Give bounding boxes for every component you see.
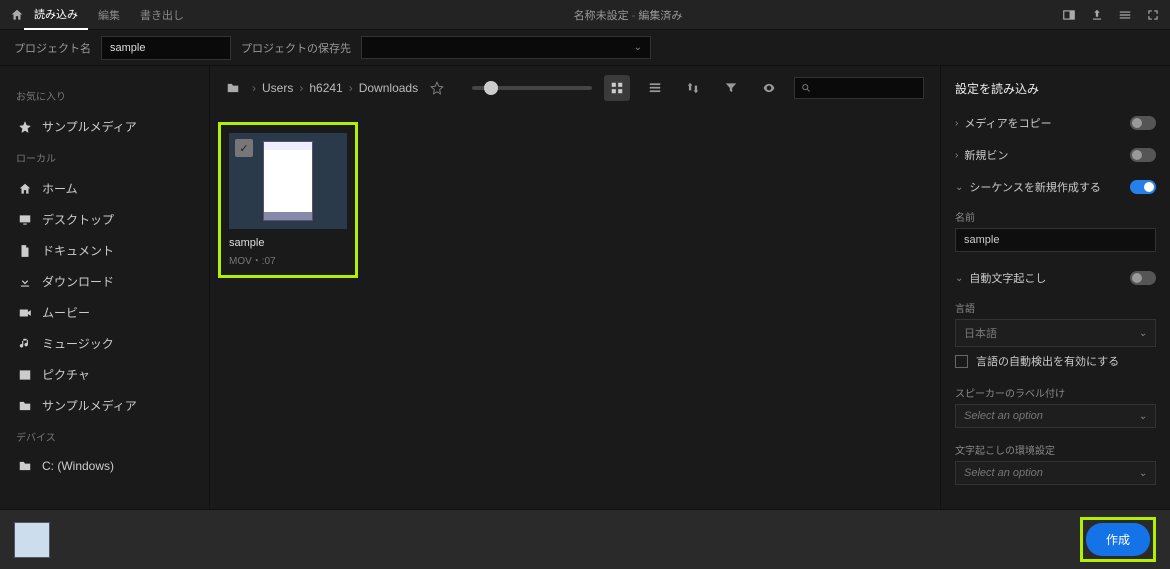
setting-create-sequence[interactable]: シーケンスを新規作成する	[969, 179, 1100, 195]
local-title: ローカル	[16, 150, 193, 165]
window-title: 名称未設定 - 編集済み	[194, 7, 1062, 23]
toggle-auto-transcribe[interactable]	[1130, 271, 1156, 285]
favorites-title: お気に入り	[16, 88, 193, 103]
sort-button[interactable]	[680, 75, 706, 101]
music-icon	[18, 337, 32, 351]
chevron-down-icon: ⌄	[955, 273, 963, 284]
project-save-select[interactable]: ⌄	[361, 36, 651, 59]
chevron-down-icon: ⌄	[1139, 411, 1147, 422]
breadcrumb: › Users › h6241 › Downloads	[252, 81, 418, 95]
breadcrumb-segment[interactable]: h6241	[309, 81, 342, 95]
sidebar-item-label: ミュージック	[42, 335, 114, 352]
env-label: 文字起こしの環境設定	[955, 442, 1156, 457]
fullscreen-icon[interactable]	[1146, 8, 1160, 22]
env-select[interactable]: Select an option⌄	[955, 461, 1156, 485]
sidebar-item-music[interactable]: ミュージック	[16, 328, 193, 359]
create-button[interactable]: 作成	[1086, 523, 1150, 556]
tab-export[interactable]: 書き出し	[130, 1, 194, 29]
breadcrumb-segment[interactable]: Downloads	[359, 81, 418, 95]
search-input[interactable]	[794, 77, 924, 99]
sidebar: お気に入り サンプルメディア ローカル ホーム デスクトップ ドキュメント ダウ…	[0, 66, 210, 509]
file-name: sample	[229, 237, 347, 249]
file-thumbnail: ✓	[229, 133, 347, 229]
sidebar-item-movies[interactable]: ムービー	[16, 297, 193, 328]
home-icon	[18, 182, 32, 196]
chevron-right-icon: ›	[955, 150, 958, 161]
auto-detect-label: 言語の自動検出を有効にする	[976, 353, 1119, 369]
star-outline-icon[interactable]	[430, 81, 444, 95]
checkmark-icon: ✓	[235, 139, 253, 157]
sidebar-item-label: ホーム	[42, 180, 78, 197]
menu-icon[interactable]	[1118, 8, 1132, 22]
sidebar-item-label: サンプルメディア	[42, 118, 137, 135]
sidebar-item-sample-media[interactable]: サンプルメディア	[16, 390, 193, 421]
sidebar-item-label: ドキュメント	[42, 242, 114, 259]
list-view-button[interactable]	[642, 75, 668, 101]
chevron-down-icon: ⌄	[634, 42, 642, 53]
language-label: 言語	[955, 300, 1156, 315]
sidebar-item-sample-media-fav[interactable]: サンプルメディア	[16, 111, 193, 142]
chevron-down-icon: ⌄	[1139, 468, 1147, 479]
share-icon[interactable]	[1090, 8, 1104, 22]
file-grid: ✓ sample MOV・:07	[210, 110, 940, 509]
sidebar-item-label: ピクチャ	[42, 366, 90, 383]
sidebar-item-label: C: (Windows)	[42, 459, 114, 473]
project-save-label: プロジェクトの保存先	[241, 40, 351, 56]
setting-auto-transcribe[interactable]: 自動文字起こし	[969, 270, 1046, 286]
sequence-name-label: 名前	[955, 209, 1156, 224]
sidebar-item-documents[interactable]: ドキュメント	[16, 235, 193, 266]
document-icon	[18, 244, 32, 258]
star-icon	[18, 120, 32, 134]
chevron-down-icon: ⌄	[955, 182, 963, 193]
picture-icon	[18, 368, 32, 382]
sidebar-item-desktop[interactable]: デスクトップ	[16, 204, 193, 235]
sidebar-item-label: ダウンロード	[42, 273, 114, 290]
mini-thumbnail[interactable]	[14, 522, 50, 558]
setting-new-bin[interactable]: 新規ビン	[964, 147, 1008, 163]
sidebar-item-label: サンプルメディア	[42, 397, 137, 414]
bottom-bar: 作成	[0, 509, 1170, 569]
chevron-right-icon: ›	[955, 118, 958, 129]
zoom-slider[interactable]	[472, 86, 592, 90]
sidebar-item-home[interactable]: ホーム	[16, 173, 193, 204]
folder-icon	[18, 459, 32, 473]
file-meta: MOV・:07	[229, 252, 347, 267]
project-name-label: プロジェクト名	[14, 40, 91, 56]
sidebar-item-label: デスクトップ	[42, 211, 114, 228]
eye-icon[interactable]	[756, 75, 782, 101]
folder-icon	[18, 399, 32, 413]
sidebar-item-c-drive[interactable]: C: (Windows)	[16, 452, 193, 480]
language-select[interactable]: 日本語⌄	[955, 319, 1156, 347]
file-card[interactable]: ✓ sample MOV・:07	[218, 122, 358, 278]
video-icon	[18, 306, 32, 320]
chevron-down-icon: ⌄	[1139, 328, 1147, 339]
toggle-create-sequence[interactable]	[1130, 180, 1156, 194]
home-icon[interactable]	[10, 8, 24, 22]
devices-title: デバイス	[16, 429, 193, 444]
toggle-new-bin[interactable]	[1130, 148, 1156, 162]
tab-edit[interactable]: 編集	[88, 1, 130, 29]
auto-detect-checkbox[interactable]	[955, 355, 968, 368]
folder-dropdown-icon[interactable]	[226, 81, 240, 95]
sidebar-item-pictures[interactable]: ピクチャ	[16, 359, 193, 390]
filter-button[interactable]	[718, 75, 744, 101]
desktop-icon	[18, 213, 32, 227]
sidebar-item-downloads[interactable]: ダウンロード	[16, 266, 193, 297]
sequence-name-input[interactable]	[955, 228, 1156, 252]
search-icon	[801, 82, 811, 94]
project-name-input[interactable]	[101, 36, 231, 60]
breadcrumb-segment[interactable]: Users	[262, 81, 293, 95]
tab-import[interactable]: 読み込み	[24, 0, 88, 30]
settings-heading: 設定を読み込み	[955, 80, 1156, 97]
grid-view-button[interactable]	[604, 75, 630, 101]
speaker-label: スピーカーのラベル付け	[955, 385, 1156, 400]
toggle-copy-media[interactable]	[1130, 116, 1156, 130]
download-icon	[18, 275, 32, 289]
settings-panel: 設定を読み込み › メディアをコピー › 新規ビン ⌄ シーケンスを新規作成する 名前…	[940, 66, 1170, 509]
setting-copy-media[interactable]: メディアをコピー	[964, 115, 1051, 131]
sidebar-item-label: ムービー	[42, 304, 90, 321]
workspace-icon[interactable]	[1062, 8, 1076, 22]
speaker-select[interactable]: Select an option⌄	[955, 404, 1156, 428]
